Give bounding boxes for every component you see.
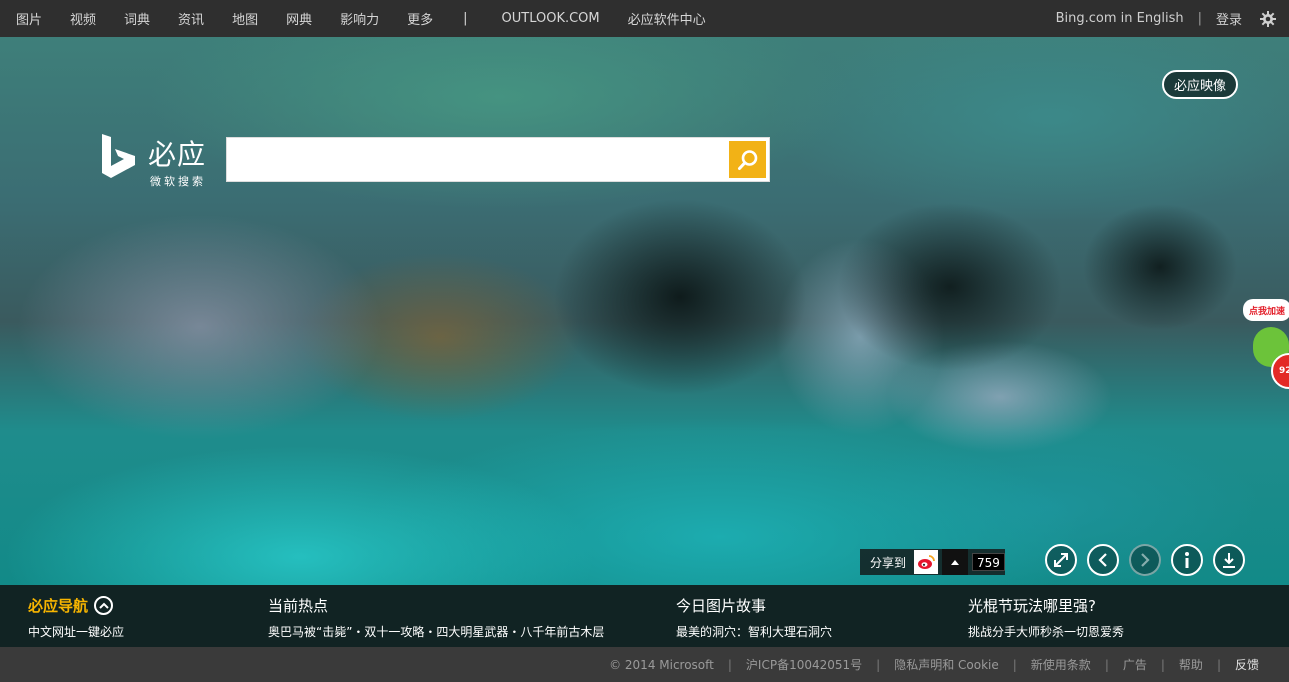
copyright: © 2014 Microsoft: [609, 657, 714, 672]
bing-nav-title: 必应导航: [28, 595, 124, 616]
nav-software-center[interactable]: 必应软件中心: [628, 9, 706, 28]
footer-divider: |: [1216, 657, 1221, 672]
promo-desc[interactable]: 挑战分手大师秒杀一切恩爱秀: [968, 623, 1124, 640]
nav-wangdian[interactable]: 网典: [286, 9, 312, 28]
top-nav-links: 图片 视频 词典 资讯 地图 网典 影响力 更多 | OUTLOOK.COM 必…: [0, 0, 718, 37]
ad-tag: 点我加速: [1243, 299, 1289, 321]
bing-nav-section[interactable]: 必应导航 中文网址一键必应: [28, 595, 124, 640]
info-bar: 必应导航 中文网址一键必应 当前热点 奥巴马被“击毙”・双十一攻略・四大明星武器…: [0, 585, 1289, 647]
top-navigation-bar: 图片 视频 词典 资讯 地图 网典 影响力 更多 | OUTLOOK.COM 必…: [0, 0, 1289, 37]
share-expand-icon[interactable]: [942, 549, 969, 575]
chevron-up-icon[interactable]: [94, 596, 114, 615]
nav-maps[interactable]: 地图: [232, 9, 258, 28]
bing-nav-desc: 中文网址一键必应: [28, 625, 125, 639]
privacy-link[interactable]: 隐私声明和 Cookie: [894, 656, 999, 673]
image-story-desc[interactable]: 最美的洞穴：智利大理石洞穴: [676, 623, 832, 640]
footer-divider: |: [876, 657, 881, 672]
bing-nav-title-text: 必应导航: [28, 597, 89, 615]
help-link[interactable]: 帮助: [1179, 656, 1203, 673]
image-story-title: 今日图片故事: [676, 597, 767, 615]
nav-dictionary[interactable]: 词典: [124, 9, 150, 28]
nav-influence[interactable]: 影响力: [340, 9, 379, 28]
weibo-icon[interactable]: [914, 550, 939, 574]
nav-more[interactable]: 更多: [407, 9, 433, 28]
nav-outlook[interactable]: OUTLOOK.COM: [502, 11, 600, 26]
footer-divider: |: [727, 657, 732, 672]
logo-brand-text: 必应: [148, 138, 207, 171]
info-icon[interactable]: [1171, 544, 1203, 576]
nav-images[interactable]: 图片: [16, 9, 42, 28]
bing-logo[interactable]: 必应 微软搜索: [100, 133, 215, 188]
share-label: 分享到: [870, 555, 907, 570]
top-right-links: Bing.com in English | 登录: [1056, 0, 1289, 37]
previous-icon[interactable]: [1087, 544, 1119, 576]
footer-divider: |: [1104, 657, 1109, 672]
next-icon[interactable]: [1129, 544, 1161, 576]
promo-title: 光棍节玩法哪里强?: [968, 597, 1096, 615]
footer-divider: |: [1160, 657, 1165, 672]
feedback-link[interactable]: 反馈: [1235, 656, 1259, 673]
ads-link[interactable]: 广告: [1123, 656, 1147, 673]
footer: © 2014 Microsoft | 沪ICP备10042051号 | 隐私声明…: [0, 647, 1289, 682]
gear-icon[interactable]: [1260, 10, 1276, 27]
search-box: [226, 137, 770, 182]
terms-link[interactable]: 新使用条款: [1031, 656, 1091, 673]
wallpaper-button[interactable]: 必应映像: [1161, 70, 1238, 99]
nav-videos[interactable]: 视频: [70, 9, 96, 28]
nav-news[interactable]: 资讯: [178, 9, 204, 28]
login-link[interactable]: 登录: [1216, 9, 1242, 28]
expand-icon[interactable]: [1045, 544, 1077, 576]
icp-link[interactable]: 沪ICP备10042051号: [746, 656, 862, 673]
logo-subtitle: 微软搜索: [150, 175, 206, 188]
right-divider: |: [1197, 11, 1202, 26]
image-story-section[interactable]: 今日图片故事 最美的洞穴：智利大理石洞穴: [676, 595, 832, 640]
share-bar: 分享到 759: [860, 549, 1005, 575]
nav-divider: |: [463, 11, 468, 26]
hot-topics-section[interactable]: 当前热点 奥巴马被“击毙”・双十一攻略・四大明星武器・八千年前古木层: [268, 595, 604, 640]
footer-divider: |: [1012, 657, 1017, 672]
hot-topics-list[interactable]: 奥巴马被“击毙”・双十一攻略・四大明星武器・八千年前古木层: [268, 623, 604, 640]
bing-b-icon: [102, 134, 135, 178]
floating-ad[interactable]: 点我加速 92: [1241, 299, 1289, 409]
english-link[interactable]: Bing.com in English: [1056, 11, 1184, 26]
download-icon[interactable]: [1213, 544, 1245, 576]
search-button[interactable]: [729, 141, 766, 178]
hot-topics-title: 当前热点: [268, 597, 329, 615]
search-icon: [737, 149, 757, 170]
promo-section[interactable]: 光棍节玩法哪里强? 挑战分手大师秒杀一切恩爱秀: [968, 595, 1124, 640]
search-input[interactable]: [227, 138, 727, 181]
hero-background: 必应映像 必应 微软搜索 点我加速 92 分享到 759: [0, 37, 1289, 585]
share-count: 759: [972, 553, 1005, 571]
